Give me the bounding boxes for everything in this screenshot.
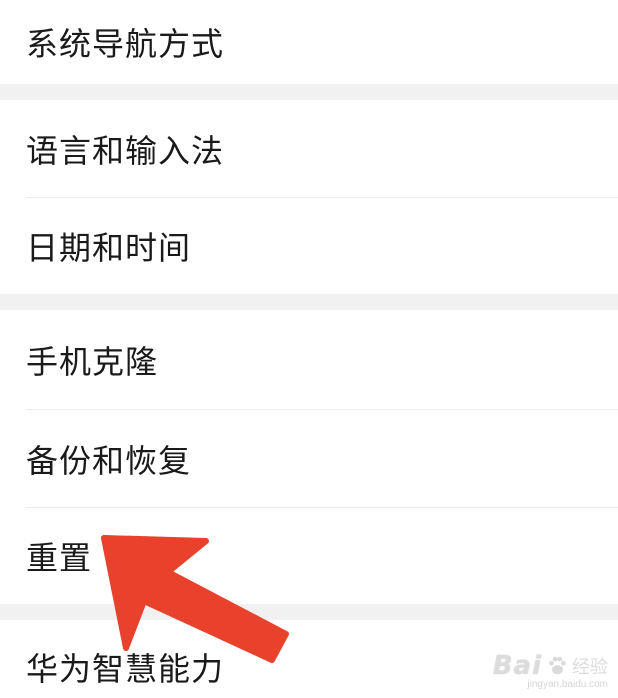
settings-item-label: 备份和恢复: [26, 442, 192, 480]
settings-item-backup-restore[interactable]: 备份和恢复: [0, 410, 618, 508]
settings-item-reset[interactable]: 重置: [0, 508, 618, 604]
settings-item-system-navigation[interactable]: 系统导航方式: [0, 0, 618, 84]
baidu-paw-icon: [549, 656, 566, 675]
settings-item-phone-clone[interactable]: 手机克隆: [0, 310, 618, 410]
settings-item-label: 日期和时间: [26, 229, 192, 267]
watermark-url: jingyan.baidu.com: [527, 679, 608, 690]
settings-item-language-input[interactable]: 语言和输入法: [0, 100, 618, 198]
settings-item-label: 重置: [26, 539, 93, 577]
settings-item-label: 华为智慧能力: [26, 650, 225, 688]
baidu-watermark: Bai 经验 jingyan.baidu.com: [493, 651, 608, 690]
group-separator: [0, 84, 618, 100]
watermark-logo-text: Bai: [492, 651, 542, 681]
settings-item-label: 语言和输入法: [26, 132, 225, 170]
group-separator: [0, 604, 618, 620]
settings-item-date-time[interactable]: 日期和时间: [0, 198, 618, 294]
watermark-brand-cn: 经验: [572, 657, 608, 678]
group-separator: [0, 294, 618, 310]
settings-item-label: 手机克隆: [26, 343, 159, 381]
settings-screen: 系统导航方式 语言和输入法 日期和时间 手机克隆 备份和恢复 重置 华为智慧能力…: [0, 0, 618, 698]
settings-item-label: 系统导航方式: [26, 25, 225, 63]
